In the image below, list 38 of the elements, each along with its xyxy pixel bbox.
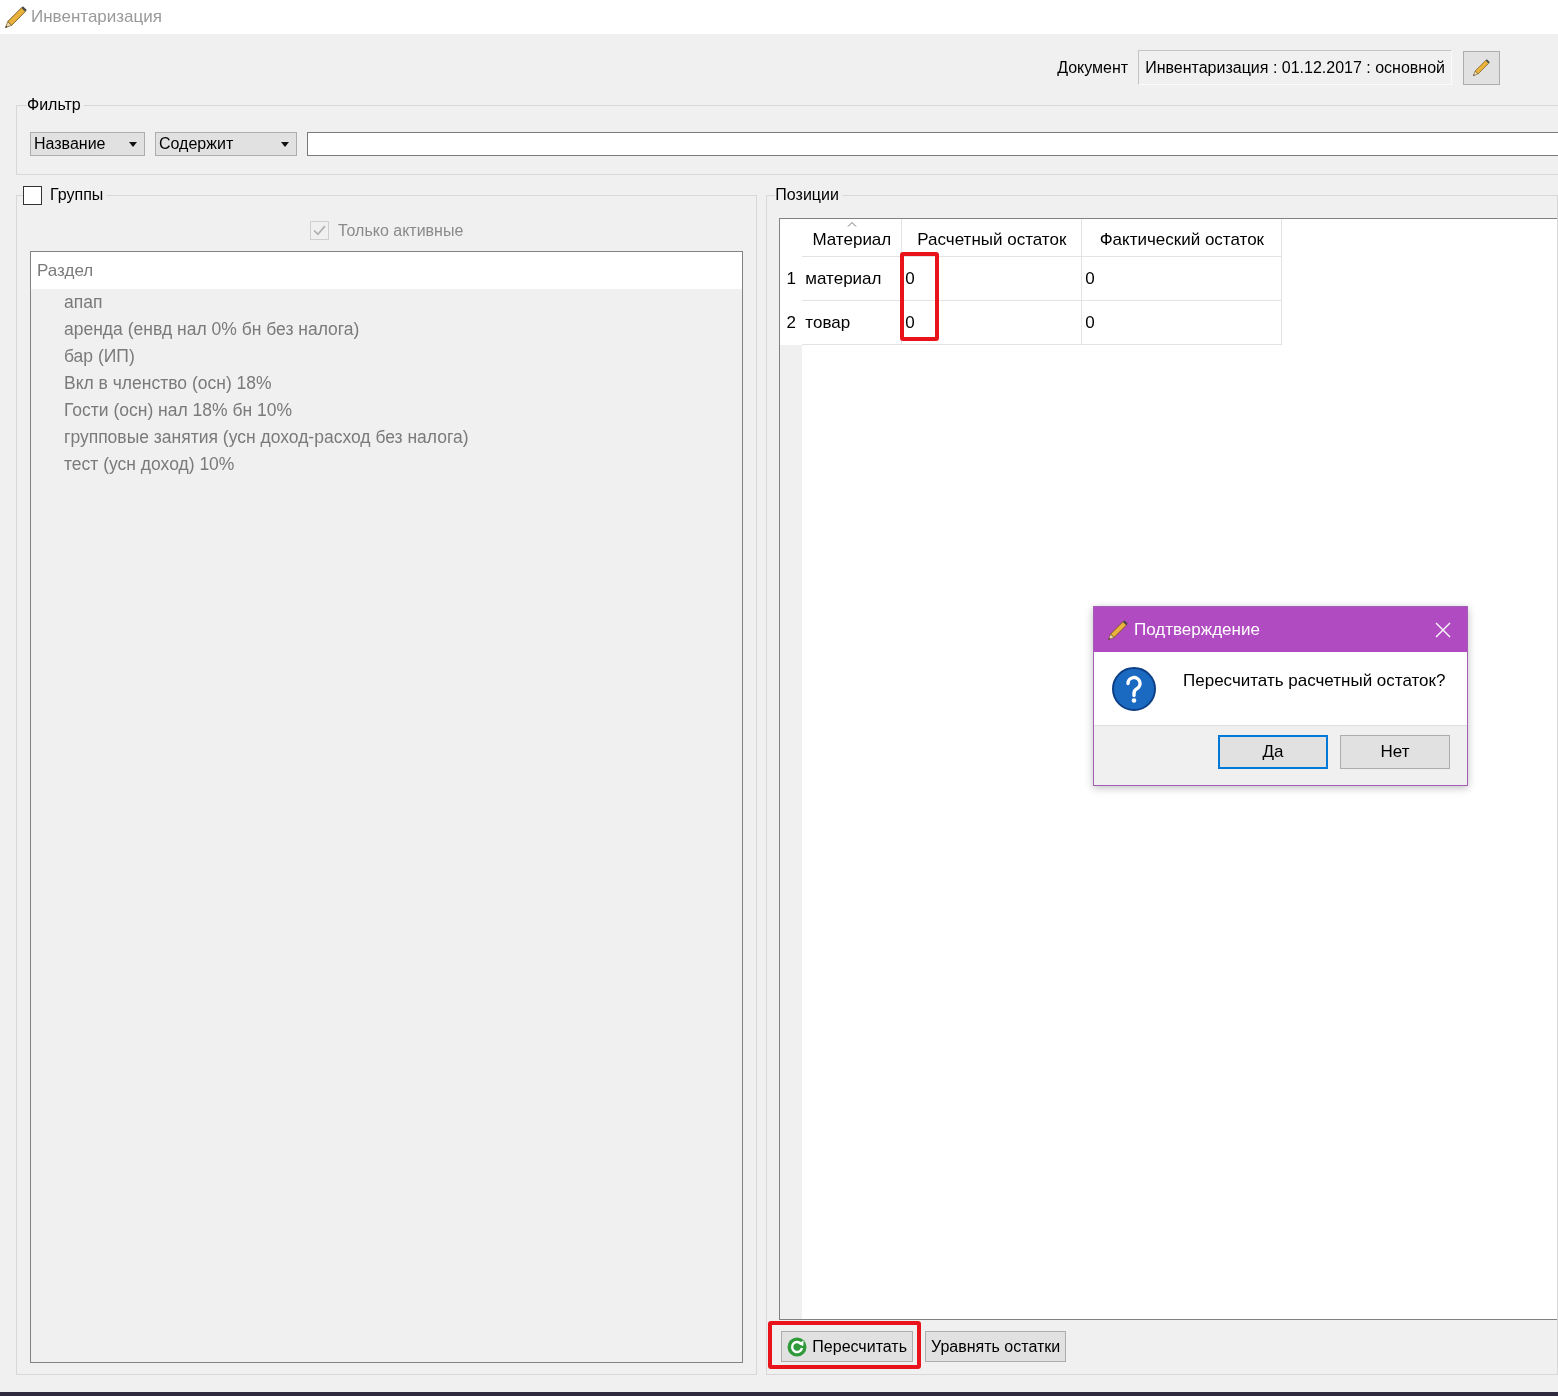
row-header: 2 xyxy=(785,312,798,334)
column-header[interactable]: Материал xyxy=(802,219,903,257)
dropdown-arrow-icon xyxy=(281,141,289,147)
column-header[interactable]: Фактический остаток xyxy=(1082,219,1283,257)
checkbox-label: Только активные xyxy=(338,221,464,240)
pencil-icon xyxy=(1108,619,1128,640)
condition-dropdown[interactable]: Содержит xyxy=(155,132,297,156)
dialog-message: Пересчитать расчетный остаток? xyxy=(1183,670,1446,691)
document-field[interactable]: Инвентаризация : 01.12.2017 : основной xyxy=(1138,50,1452,85)
document-label: Документ xyxy=(1057,58,1129,77)
toolbar-button[interactable]: Уравнять остатки xyxy=(925,1331,1067,1362)
question-icon xyxy=(1112,666,1156,711)
filter-input[interactable] xyxy=(307,132,1558,156)
pencil-icon xyxy=(5,6,27,28)
checkbox[interactable] xyxy=(23,185,42,205)
checkmark-icon xyxy=(313,225,326,236)
group-title: Позиции xyxy=(775,186,839,203)
edit-button[interactable] xyxy=(1463,50,1500,85)
table-cell: 0 xyxy=(1082,257,1283,301)
toolbar-button[interactable]: Пересчитать xyxy=(781,1331,913,1362)
group-title: Фильтр xyxy=(27,96,81,113)
close-icon[interactable] xyxy=(1435,621,1451,638)
column-header[interactable]: Расчетный остаток xyxy=(902,219,1083,257)
dialog-title: Подтверждение xyxy=(1134,619,1260,640)
pencil-icon xyxy=(1473,59,1490,76)
sort-caret-icon xyxy=(846,221,857,227)
table-cell: 0 xyxy=(902,301,1083,345)
field-dropdown[interactable]: Название xyxy=(30,132,145,156)
dropdown-arrow-icon xyxy=(129,141,137,147)
table-cell: 0 xyxy=(902,257,1083,301)
window-title: Инвентаризация xyxy=(31,7,162,27)
row-header: 1 xyxy=(785,268,798,290)
table-cell: товар xyxy=(802,301,903,345)
dialog-button[interactable]: Да xyxy=(1218,735,1328,769)
checkbox-label: Группы xyxy=(50,185,104,205)
table-cell: 0 xyxy=(1082,301,1283,345)
table-cell: материал xyxy=(802,257,903,301)
dialog-button[interactable]: Нет xyxy=(1340,735,1450,769)
